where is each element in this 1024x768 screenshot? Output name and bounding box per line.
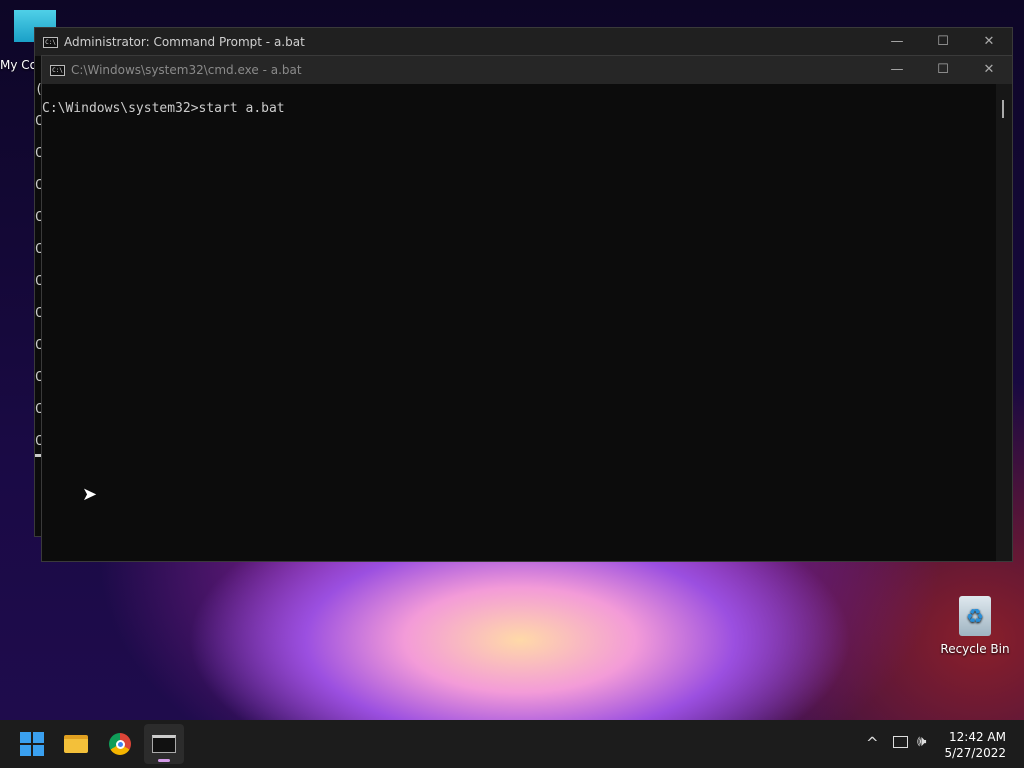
minimize-button[interactable]: —	[874, 28, 920, 56]
desktop-icon-label: Recycle Bin	[940, 642, 1010, 656]
chrome-button[interactable]	[100, 724, 140, 764]
close-button[interactable]: ✕	[966, 28, 1012, 56]
title-bar[interactable]: C:\ Administrator: Command Prompt - a.ba…	[35, 28, 1012, 56]
windows-logo-icon	[20, 732, 44, 756]
window-title: C:\Windows\system32\cmd.exe - a.bat	[71, 63, 302, 77]
command-prompt-button[interactable]	[144, 724, 184, 764]
clock-date: 5/27/2022	[944, 746, 1006, 760]
clock[interactable]: 12:42 AM 5/27/2022	[944, 729, 1006, 761]
cmd-icon	[152, 735, 176, 753]
mouse-cursor: ➤	[82, 484, 98, 505]
clock-time: 12:42 AM	[949, 730, 1006, 744]
cmd-icon: C:\	[43, 36, 58, 48]
start-button[interactable]	[12, 724, 52, 764]
maximize-button[interactable]: ☐	[920, 28, 966, 56]
maximize-button[interactable]: ☐	[920, 56, 966, 84]
recycle-bin-icon: ♻	[959, 596, 991, 636]
taskbar: ^ 🕪 12:42 AM 5/27/2022	[0, 720, 1024, 768]
scrollbar-thumb[interactable]	[1002, 100, 1004, 118]
close-button[interactable]: ✕	[966, 56, 1012, 84]
cmd-icon: C:\	[50, 64, 65, 76]
volume-icon[interactable]: 🕪	[917, 732, 926, 750]
show-hidden-icons-button[interactable]: ^	[866, 734, 879, 752]
minimize-button[interactable]: —	[874, 56, 920, 84]
file-explorer-button[interactable]	[56, 724, 96, 764]
desktop-icon-recycle-bin[interactable]: ♻ Recycle Bin	[940, 596, 1010, 656]
front-cmd-window[interactable]: C:\ C:\Windows\system32\cmd.exe - a.bat …	[41, 55, 1013, 562]
console-output[interactable]: C:\Windows\system32>start a.bat	[42, 101, 285, 116]
chrome-icon	[109, 733, 131, 755]
folder-icon	[64, 735, 88, 753]
scrollbar[interactable]	[996, 84, 1012, 561]
title-bar[interactable]: C:\ C:\Windows\system32\cmd.exe - a.bat …	[42, 56, 1012, 84]
network-icon[interactable]	[893, 736, 908, 748]
window-title: Administrator: Command Prompt - a.bat	[64, 35, 305, 49]
